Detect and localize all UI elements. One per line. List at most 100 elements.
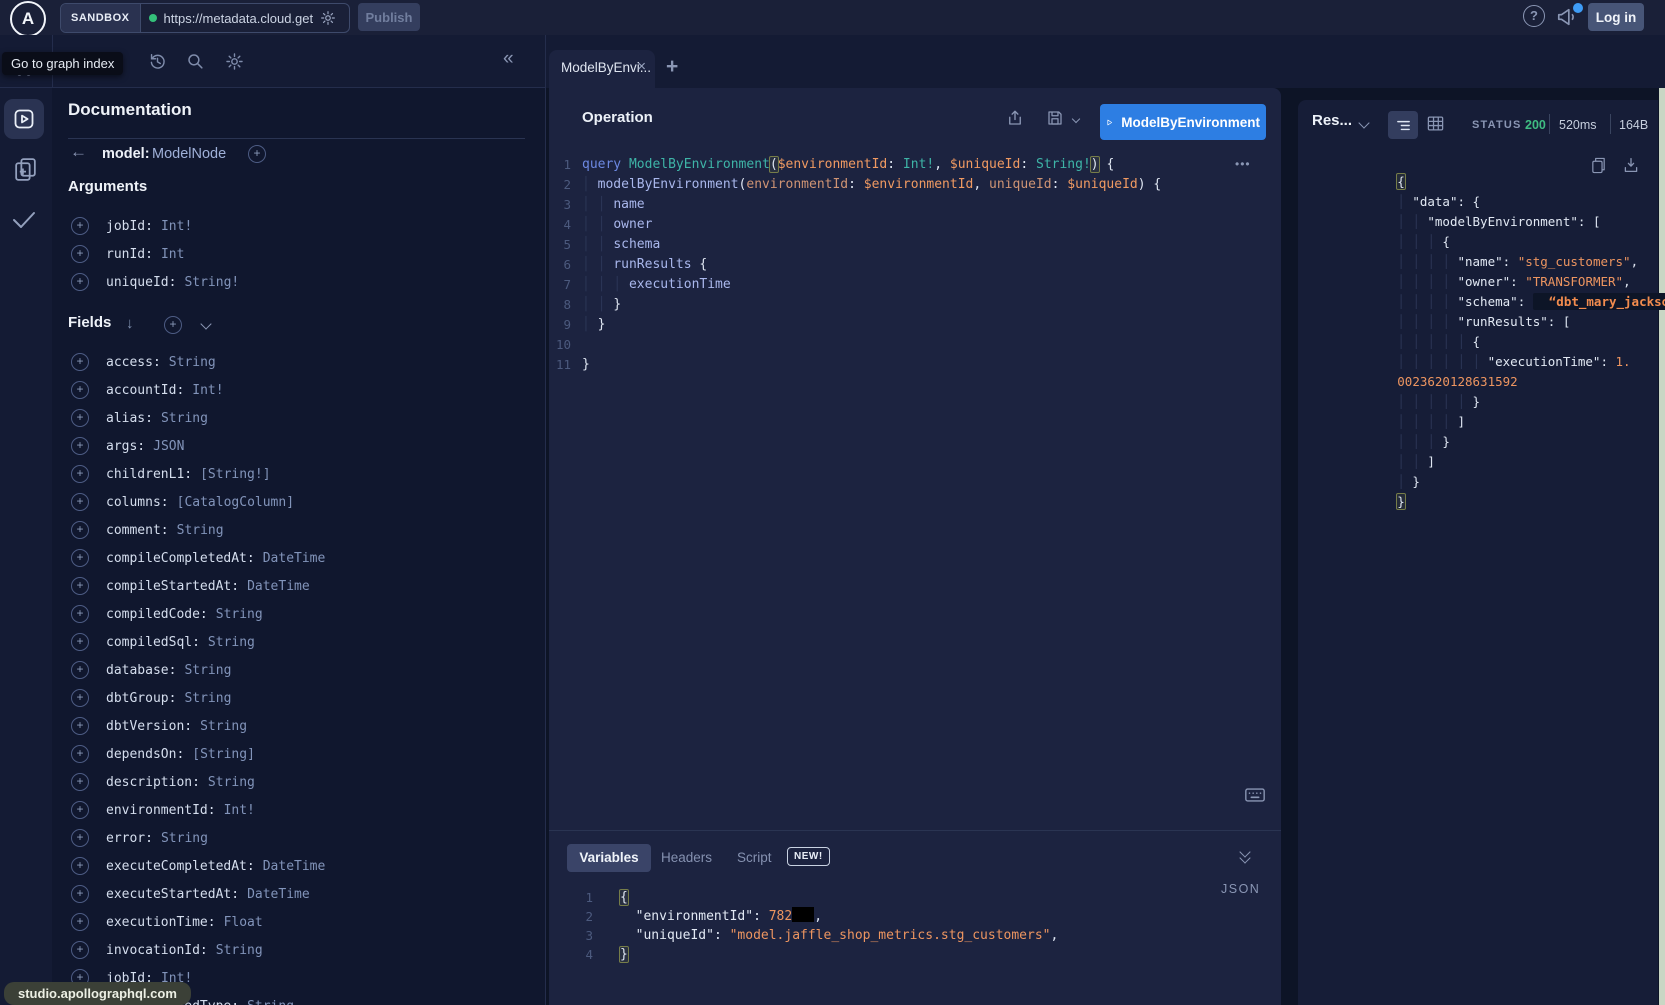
tab-variables[interactable]: Variables (567, 844, 651, 872)
sort-fields-icon[interactable]: ↓ (126, 315, 134, 332)
field-type-link[interactable]: [CatalogColumn] (177, 495, 294, 510)
field-type-link[interactable]: JSON (153, 439, 184, 454)
chevron-down-icon[interactable] (200, 318, 211, 329)
add-field-icon[interactable]: + (71, 773, 89, 791)
field-type-link[interactable]: String (169, 355, 216, 370)
add-argument-icon[interactable]: + (71, 273, 89, 291)
apollo-logo[interactable]: A (10, 1, 46, 37)
explorer-nav-item[interactable] (4, 99, 44, 139)
tab-script[interactable]: Script (737, 850, 772, 865)
tab-headers[interactable]: Headers (661, 850, 712, 865)
add-field-icon[interactable]: + (71, 465, 89, 483)
add-field-icon[interactable]: + (71, 549, 89, 567)
field-type-link[interactable]: String (184, 663, 231, 678)
field-type-link[interactable]: String (247, 999, 294, 1005)
field-type-link[interactable]: String (161, 411, 208, 426)
operation-collections-icon[interactable] (13, 156, 38, 183)
search-icon[interactable] (186, 52, 205, 71)
graphql-code-line[interactable]: 6 │ │ runResults { (549, 255, 1281, 275)
field-type-link[interactable]: String (216, 943, 263, 958)
add-field-icon[interactable]: + (71, 353, 89, 371)
field-type-link[interactable]: Float (224, 915, 263, 930)
graphql-code-line[interactable]: 11 } (549, 355, 1281, 375)
graphql-code-line[interactable]: 9 │ } (549, 315, 1281, 335)
settings-gear-icon[interactable] (225, 52, 244, 71)
graphql-code-line[interactable]: 5 │ │ schema (549, 235, 1281, 255)
field-type-link[interactable]: [String] (192, 747, 255, 762)
field-type-link[interactable]: String (208, 775, 255, 790)
variables-editor[interactable]: 1 { 2 "environmentId": 782, 3 "uniqueId"… (549, 888, 1281, 964)
field-type-link[interactable]: DateTime (263, 859, 326, 874)
argument-type-link[interactable]: Int (161, 247, 184, 262)
keyboard-shortcuts-icon[interactable] (1244, 786, 1266, 804)
close-tab-icon[interactable]: × (637, 58, 646, 75)
field-type-link[interactable]: DateTime (263, 551, 326, 566)
field-type-link[interactable]: DateTime (247, 887, 310, 902)
endpoint-settings-icon[interactable] (320, 10, 336, 26)
graphql-code-line[interactable]: 2 │ modelByEnvironment(environmentId: $e… (549, 175, 1281, 195)
graphql-code-line[interactable]: 10 (549, 335, 1281, 355)
field-type-link[interactable]: Int! (192, 383, 223, 398)
add-field-icon[interactable]: + (71, 633, 89, 651)
back-arrow-icon[interactable]: ← (70, 142, 87, 162)
history-icon[interactable] (148, 52, 167, 71)
field-type-link[interactable]: String (161, 831, 208, 846)
variables-code-line[interactable]: 1 { (549, 888, 1281, 907)
field-type-link[interactable]: String (177, 523, 224, 538)
field-type-link[interactable]: String (200, 719, 247, 734)
field-type-link[interactable]: String (184, 691, 231, 706)
add-field-icon[interactable]: + (71, 801, 89, 819)
field-type-link[interactable]: String (216, 607, 263, 622)
add-field-icon[interactable]: + (248, 145, 266, 163)
graphql-code-line[interactable]: 4 │ │ owner (549, 215, 1281, 235)
add-field-icon[interactable]: + (71, 913, 89, 931)
add-field-icon[interactable]: + (71, 829, 89, 847)
response-dropdown-chevron-icon[interactable] (1358, 117, 1369, 128)
help-icon[interactable]: ? (1523, 5, 1545, 27)
raw-view-toggle[interactable] (1388, 111, 1418, 139)
add-argument-icon[interactable]: + (71, 245, 89, 263)
add-field-icon[interactable]: + (71, 605, 89, 623)
add-field-icon[interactable]: + (71, 717, 89, 735)
variables-code-line[interactable]: 3 "uniqueId": "model.jaffle_shop_metrics… (549, 926, 1281, 945)
table-view-toggle[interactable] (1426, 114, 1445, 133)
graphql-code-line[interactable]: 3 │ │ name (549, 195, 1281, 215)
add-field-icon[interactable]: + (71, 745, 89, 763)
add-field-icon[interactable]: + (71, 941, 89, 959)
add-all-fields-icon[interactable]: + (164, 316, 182, 334)
run-operation-button[interactable]: ModelByEnvironment (1100, 104, 1266, 140)
announcements-icon[interactable] (1556, 6, 1580, 28)
add-field-icon[interactable]: + (71, 409, 89, 427)
share-icon[interactable] (1006, 109, 1024, 127)
graphql-code-line[interactable]: 1 query ModelByEnvironment($environmentI… (549, 155, 1281, 175)
endpoint-url-field[interactable]: https://metadata.cloud.get (141, 4, 349, 32)
new-tab-button[interactable]: + (666, 55, 678, 79)
add-field-icon[interactable]: + (71, 577, 89, 595)
login-button[interactable]: Log in (1588, 3, 1644, 31)
save-options-chevron-icon[interactable] (1072, 115, 1080, 123)
field-type-link[interactable]: DateTime (247, 579, 310, 594)
argument-type-link[interactable]: Int! (161, 219, 192, 234)
checks-icon[interactable] (11, 210, 37, 230)
graphql-editor[interactable]: 1 query ModelByEnvironment($environmentI… (549, 155, 1281, 375)
collapse-sidebar-icon[interactable]: « (503, 48, 514, 70)
graphql-code-line[interactable]: 7 │ │ │ executionTime (549, 275, 1281, 295)
field-type-link[interactable]: Int! (224, 803, 255, 818)
field-type-link[interactable]: [String!] (200, 467, 270, 482)
response-title[interactable]: Res... (1312, 112, 1352, 129)
add-field-icon[interactable]: + (71, 437, 89, 455)
variables-code-line[interactable]: 2 "environmentId": 782, (549, 907, 1281, 926)
graphql-code-line[interactable]: 8 │ │ } (549, 295, 1281, 315)
add-field-icon[interactable]: + (71, 857, 89, 875)
add-field-icon[interactable]: + (71, 493, 89, 511)
save-icon[interactable] (1046, 109, 1064, 127)
operation-tab[interactable]: ModelByEnvi... × (549, 50, 655, 88)
argument-type-link[interactable]: String! (184, 275, 239, 290)
collapse-panel-icon[interactable] (1241, 848, 1249, 860)
field-type-link[interactable]: String (208, 635, 255, 650)
variables-code-line[interactable]: 4 } (549, 945, 1281, 964)
add-field-icon[interactable]: + (71, 381, 89, 399)
publish-button[interactable]: Publish (358, 3, 420, 31)
add-field-icon[interactable]: + (71, 689, 89, 707)
add-field-icon[interactable]: + (71, 661, 89, 679)
